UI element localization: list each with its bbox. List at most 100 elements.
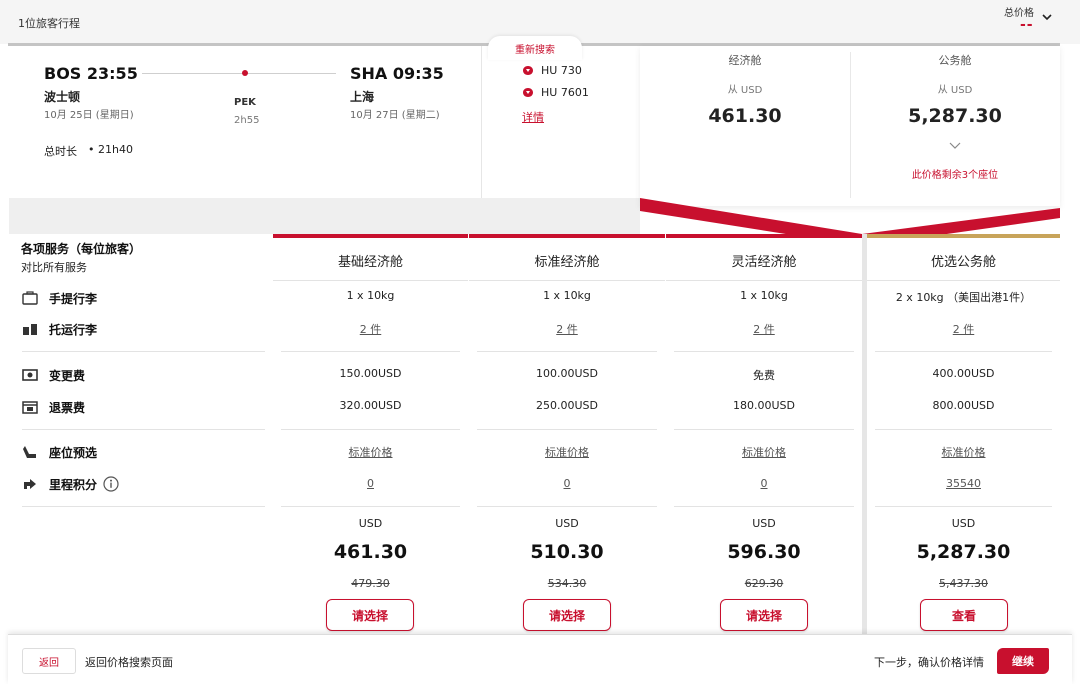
column-divider — [477, 351, 657, 352]
column-divider — [875, 351, 1052, 352]
carry-on-icon — [22, 291, 38, 305]
fare-currency: USD — [951, 517, 976, 530]
stop-airport: PEK — [234, 97, 256, 108]
fare-price: 461.30 — [333, 541, 408, 563]
duration-label: 总时长 — [44, 145, 77, 158]
fare-seat-link[interactable]: 标准价格 — [666, 444, 862, 460]
column-divider — [666, 280, 862, 281]
flight-number-1: HU 730 — [541, 64, 582, 77]
section-gap — [9, 198, 640, 234]
total-price-value: -- — [1020, 17, 1034, 33]
seat-icon — [23, 446, 36, 458]
row-label-checked-bag: 托运行李 — [49, 323, 98, 337]
fare-seat-link[interactable]: 标准价格 — [273, 444, 468, 460]
fare-miles-link[interactable]: 0 — [273, 477, 468, 490]
fare-currency: USD — [555, 517, 579, 530]
fare-change-fee: 100.00USD — [536, 367, 598, 380]
row-label-miles: 里程积分 — [49, 478, 98, 492]
back-button[interactable]: 返回 — [22, 648, 76, 674]
origin-city: 波士顿 — [44, 90, 81, 104]
fare-refund-fee: 800.00USD — [932, 399, 995, 412]
cabin-economy-from: 从 USD — [727, 85, 763, 96]
fare-refund-fee: 250.00USD — [536, 399, 598, 412]
cabin-economy-price[interactable]: 461.30 — [640, 105, 850, 127]
route-line — [142, 73, 336, 74]
cabin-economy-title[interactable]: 经济舱 — [640, 52, 850, 68]
fare-seat-link[interactable]: 标准价格 — [469, 444, 665, 460]
destination-date: 10月 27日 (星期二) — [350, 110, 440, 121]
fare-miles-link[interactable]: 0 — [666, 477, 862, 490]
column-divider — [477, 506, 657, 507]
back-description: 返回价格搜索页面 — [85, 656, 173, 669]
column-divider — [281, 506, 460, 507]
fare-old-price: 479.30 — [351, 577, 390, 590]
column-divider — [875, 429, 1052, 430]
row-label-carry-on: 手提行李 — [49, 292, 98, 306]
fare-checked-bag-link[interactable]: 2 件 — [666, 321, 862, 337]
row-label-change-fee: 变更费 — [49, 369, 86, 383]
row-label-refund-fee: 退票费 — [49, 401, 86, 415]
fare-change-fee: 400.00USD — [932, 367, 995, 380]
column-divider — [281, 351, 460, 352]
row-divider — [22, 429, 265, 430]
destination-time: SHA 09:35 — [350, 64, 444, 83]
fare-checked-bag-link[interactable]: 2 件 — [867, 321, 1060, 337]
refund-fee-icon — [22, 401, 38, 414]
cabin-business-title[interactable]: 公务舱 — [850, 52, 1060, 68]
fare-column-top-bar — [666, 234, 862, 238]
column-divider — [674, 429, 854, 430]
fare-column-top-bar — [469, 234, 665, 238]
column-divider — [867, 280, 1060, 281]
view-premium-business-button[interactable]: 查看 — [920, 599, 1008, 631]
layover-time: 2h55 — [234, 115, 260, 126]
chevron-down-icon[interactable] — [949, 140, 961, 150]
column-divider — [875, 506, 1052, 507]
fare-carry-on: 1 x 10kg — [740, 289, 788, 302]
fare-name: 标准经济舱 — [534, 255, 600, 270]
info-icon[interactable] — [103, 476, 119, 492]
row-label-seat: 座位预选 — [49, 446, 98, 460]
services-subtitle: 对比所有服务 — [21, 261, 87, 274]
travelers-label: 1位旅客行程 — [18, 17, 80, 30]
fare-carry-on: 1 x 10kg — [346, 289, 395, 302]
fare-name: 基础经济舱 — [337, 255, 403, 270]
research-button[interactable]: 重新搜索 — [488, 41, 582, 56]
cabin-business-price[interactable]: 5,287.30 — [850, 105, 1060, 127]
fare-column-top-bar — [273, 234, 468, 238]
fare-old-price: 629.30 — [744, 577, 784, 590]
flight-number-2: HU 7601 — [541, 86, 589, 99]
select-flexible-economy-button[interactable]: 请选择 — [720, 599, 808, 631]
fare-currency: USD — [752, 517, 776, 530]
fare-miles-link[interactable]: 35540 — [867, 477, 1060, 490]
fare-carry-on: 1 x 10kg — [543, 289, 591, 302]
fare-carry-on: 2 x 10kg （美国出港1件） — [895, 291, 1032, 304]
fare-miles-link[interactable]: 0 — [469, 477, 665, 490]
change-fee-icon — [22, 369, 38, 381]
column-divider — [674, 506, 854, 507]
fare-price: 510.30 — [530, 541, 604, 563]
column-divider — [273, 280, 468, 281]
column-divider — [281, 429, 460, 430]
fare-refund-fee: 320.00USD — [339, 399, 402, 412]
details-link[interactable]: 详情 — [522, 109, 544, 125]
select-basic-economy-button[interactable]: 请选择 — [326, 599, 414, 631]
chevron-down-icon[interactable] — [1042, 12, 1052, 22]
fare-old-price: 5,437.30 — [939, 577, 988, 590]
select-standard-economy-button[interactable]: 请选择 — [523, 599, 611, 631]
fare-price: 5,287.30 — [916, 541, 1011, 563]
services-title: 各项服务（每位旅客） — [21, 242, 142, 256]
fare-refund-fee: 180.00USD — [733, 399, 795, 412]
fare-seat-link[interactable]: 标准价格 — [867, 444, 1060, 460]
continue-button[interactable]: 继续 — [997, 648, 1049, 674]
next-step-text: 下一步，确认价格详情 — [874, 656, 984, 669]
cabin-business-from: 从 USD — [937, 85, 973, 96]
hainan-airlines-icon — [523, 66, 533, 75]
fare-change-fee: 免费 — [753, 369, 775, 382]
column-divider — [674, 351, 854, 352]
checked-bag-icon — [23, 324, 37, 335]
fare-checked-bag-link[interactable]: 2 件 — [273, 321, 468, 337]
fare-checked-bag-link[interactable]: 2 件 — [469, 321, 665, 337]
origin-date: 10月 25日 (星期日) — [44, 110, 134, 121]
fare-name: 优选公务舱 — [930, 255, 996, 270]
fare-name: 灵活经济舱 — [731, 255, 797, 270]
